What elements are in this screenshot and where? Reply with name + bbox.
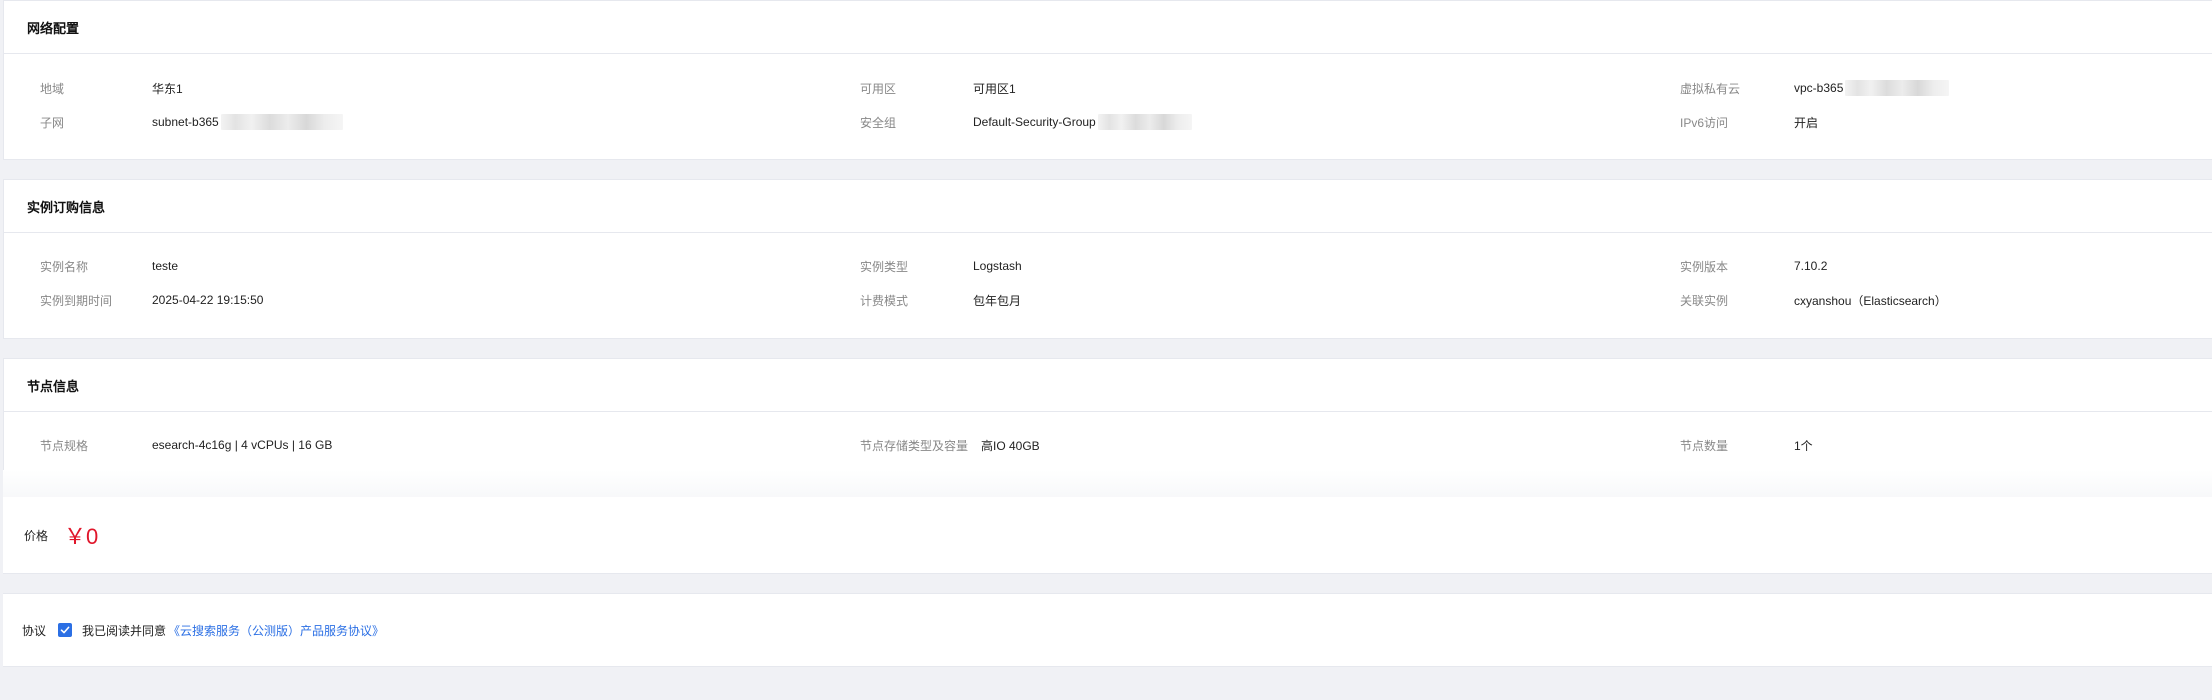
subnet-value: subnet-b365 xyxy=(152,115,219,129)
instance-version-value: 7.10.2 xyxy=(1794,259,1828,273)
instance-version-label: 实例版本 xyxy=(1680,259,1729,274)
node-count-field: 节点数量 1个 xyxy=(1680,435,1813,455)
instance-type-value: Logstash xyxy=(973,259,1022,273)
instance-name-field: 实例名称 teste xyxy=(40,256,178,276)
node-info-title: 节点信息 xyxy=(4,359,2212,412)
instance-row-1: 实例名称 teste 实例类型 Logstash 实例版本 7.10.2 xyxy=(4,256,2212,276)
node-count-value: 1个 xyxy=(1794,438,1813,453)
billing-mode-value: 包年包月 xyxy=(973,293,1022,308)
network-row-1: 地域 华东1 可用区 可用区1 虚拟私有云 vpc-b365 xyxy=(4,78,2212,98)
instance-info-title: 实例订购信息 xyxy=(4,180,2212,233)
node-count-label: 节点数量 xyxy=(1680,438,1729,453)
instance-row-2: 实例到期时间 2025-04-22 19:15:50 计费模式 包年包月 关联实… xyxy=(4,290,2212,310)
instance-name-value: teste xyxy=(152,259,179,273)
zone-value: 可用区1 xyxy=(973,81,1016,96)
node-row-1: 节点规格 esearch-4c16g | 4 vCPUs | 16 GB 节点存… xyxy=(4,435,2212,455)
agreement-label: 协议 xyxy=(22,623,47,638)
linked-instance-label: 关联实例 xyxy=(1680,293,1729,308)
security-group-field: 安全组 Default-Security-Group xyxy=(860,112,1192,132)
billing-mode-label: 计费模式 xyxy=(860,293,909,308)
node-storage-value: 高IO 40GB xyxy=(981,438,1040,453)
instance-info-section: 实例订购信息 实例名称 teste 实例类型 Logstash 实例版本 7.1… xyxy=(3,179,2212,339)
region-label: 地域 xyxy=(40,81,65,96)
instance-expire-label: 实例到期时间 xyxy=(40,293,113,308)
vpc-id-redacted xyxy=(1845,80,1950,96)
network-config-section: 网络配置 地域 华东1 可用区 可用区1 虚拟私有云 vpc-b365 子网 s… xyxy=(3,0,2212,160)
region-field: 地域 华东1 xyxy=(40,78,183,98)
network-config-title: 网络配置 xyxy=(4,1,2212,54)
price-value: ￥0 xyxy=(64,524,99,549)
subnet-id-redacted xyxy=(220,114,343,130)
instance-version-field: 实例版本 7.10.2 xyxy=(1680,256,1827,276)
ipv6-label: IPv6访问 xyxy=(1680,115,1729,130)
node-spec-label: 节点规格 xyxy=(40,438,89,453)
node-spec-value: esearch-4c16g | 4 vCPUs | 16 GB xyxy=(152,438,333,452)
price-section: 价格 ￥0 xyxy=(3,497,2212,574)
instance-expire-value: 2025-04-22 19:15:50 xyxy=(152,293,264,307)
zone-field: 可用区 可用区1 xyxy=(860,78,1016,98)
ipv6-value: 开启 xyxy=(1794,115,1819,130)
node-storage-field: 节点存储类型及容量 高IO 40GB xyxy=(860,435,1040,455)
ipv6-field: IPv6访问 开启 xyxy=(1680,112,1818,132)
billing-mode-field: 计费模式 包年包月 xyxy=(860,290,1021,310)
subnet-value-wrap: subnet-b365 xyxy=(152,114,343,130)
agreement-section: 协议 我已阅读并同意 《云搜索服务（公测版）产品服务协议》 xyxy=(3,593,2212,667)
agree-checkbox[interactable] xyxy=(58,623,73,637)
vpc-value-wrap: vpc-b365 xyxy=(1794,80,1950,96)
instance-type-label: 实例类型 xyxy=(860,259,909,274)
vpc-field: 虚拟私有云 vpc-b365 xyxy=(1680,78,1950,98)
zone-label: 可用区 xyxy=(860,81,897,96)
security-group-value: Default-Security-Group xyxy=(973,115,1096,129)
agreement-row: 协议 我已阅读并同意 《云搜索服务（公测版）产品服务协议》 xyxy=(22,620,384,640)
network-row-2: 子网 subnet-b365 安全组 Default-Security-Grou… xyxy=(4,112,2212,132)
vpc-value: vpc-b365 xyxy=(1794,81,1844,95)
node-spec-field: 节点规格 esearch-4c16g | 4 vCPUs | 16 GB xyxy=(40,435,332,455)
instance-name-label: 实例名称 xyxy=(40,259,89,274)
linked-instance-value: cxyanshou（Elasticsearch） xyxy=(1794,293,1947,308)
check-icon xyxy=(60,626,70,634)
agreement-text: 我已阅读并同意 xyxy=(82,623,167,638)
region-value: 华东1 xyxy=(152,81,183,96)
vpc-label: 虚拟私有云 xyxy=(1680,81,1741,96)
security-group-id-redacted xyxy=(1097,114,1192,130)
instance-type-field: 实例类型 Logstash xyxy=(860,256,1022,276)
service-agreement-link[interactable]: 《云搜索服务（公测版）产品服务协议》 xyxy=(168,622,384,639)
subnet-field: 子网 subnet-b365 xyxy=(40,112,343,132)
instance-expire-field: 实例到期时间 2025-04-22 19:15:50 xyxy=(40,290,263,310)
linked-instance-field: 关联实例 cxyanshou（Elasticsearch） xyxy=(1680,290,1947,310)
security-group-label: 安全组 xyxy=(860,115,897,130)
node-storage-label: 节点存储类型及容量 xyxy=(860,438,969,453)
security-group-value-wrap: Default-Security-Group xyxy=(973,114,1192,130)
price-label: 价格 xyxy=(24,529,49,543)
subnet-label: 子网 xyxy=(40,115,65,130)
